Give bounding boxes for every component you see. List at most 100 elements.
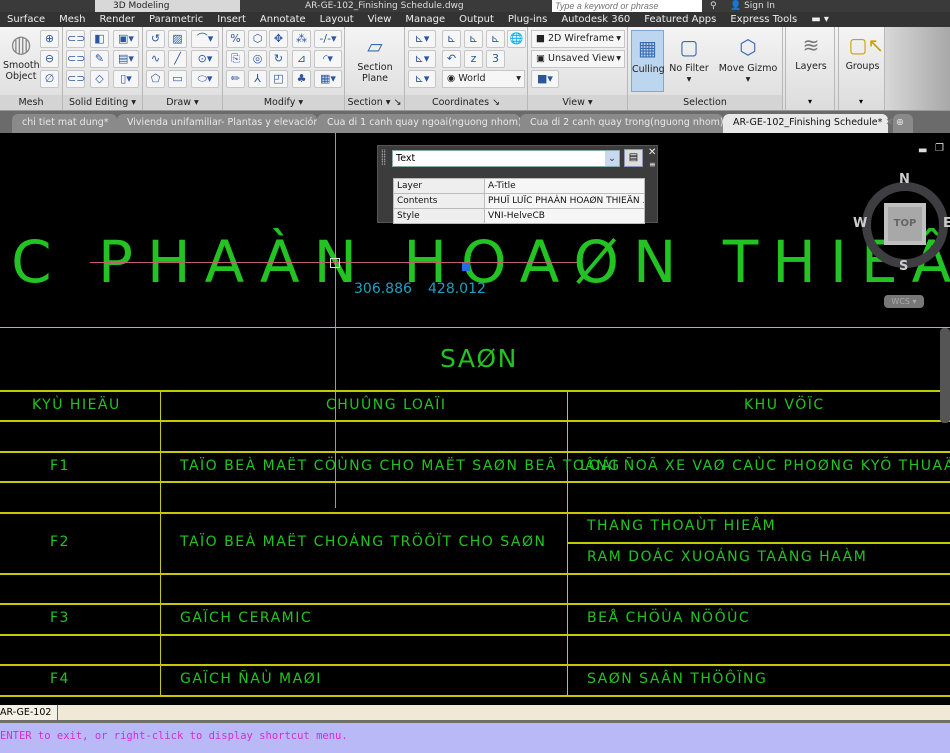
property-value[interactable]: A-Title: [484, 178, 645, 194]
3d-rotate-icon[interactable]: ⬡: [248, 30, 267, 48]
tab-manage[interactable]: Manage: [398, 14, 452, 25]
ucs-face-icon[interactable]: ⊾: [442, 30, 461, 48]
ucs-z-icon[interactable]: z: [464, 50, 483, 68]
object-type-dropdown[interactable]: Text ⌄: [392, 150, 620, 167]
fillet-icon[interactable]: ◜▾: [314, 50, 342, 68]
subtract-icon[interactable]: ⊂⊃: [66, 50, 85, 68]
file-tab[interactable]: Cua di 2 canh quay trong(nguong nhom)*: [520, 114, 728, 133]
separate-icon[interactable]: ▯▾: [113, 70, 139, 88]
tab-plugins[interactable]: Plug-ins: [501, 14, 554, 25]
union-icon[interactable]: ⊂⊃: [66, 30, 85, 48]
move-gizmo-button[interactable]: ⬡ Move Gizmo ▾: [716, 34, 780, 85]
tab-render[interactable]: Render: [92, 14, 142, 25]
tab-layout[interactable]: Layout: [313, 14, 361, 25]
tab-mesh[interactable]: Mesh: [52, 14, 92, 25]
file-tab-active[interactable]: AR-GE-102_Finishing Schedule* ✕: [723, 114, 893, 133]
file-tab[interactable]: chi tiet mat dung*: [12, 114, 117, 133]
polyline-icon[interactable]: ↺: [146, 30, 165, 48]
ucs-previous-icon[interactable]: ↶: [442, 50, 461, 68]
drag-handle-icon[interactable]: ⁞⁞ ⁞⁞ ⁞⁞: [381, 149, 386, 167]
panel-groups[interactable]: ▢↖ Groups ▾: [838, 27, 885, 110]
arc-icon[interactable]: ⌒▾: [191, 30, 219, 48]
property-value[interactable]: PHUÏ LUÏC PHAÀN HOAØN THIEÄN ...: [484, 193, 645, 209]
tab-output[interactable]: Output: [452, 14, 501, 25]
panel-title-selection[interactable]: Selection: [628, 95, 782, 110]
match-properties-icon[interactable]: ✏: [226, 70, 245, 88]
visual-style-dropdown[interactable]: ■ 2D Wireframe ▾: [531, 30, 625, 48]
layers-button[interactable]: ≋ Layers: [788, 32, 834, 72]
mesh-crease-icon[interactable]: ∅: [40, 70, 59, 88]
tab-express-tools[interactable]: Express Tools: [723, 14, 804, 25]
rectangle-icon[interactable]: ▭: [168, 70, 187, 88]
options-icon[interactable]: ≡: [649, 160, 656, 169]
close-icon[interactable]: ✕: [648, 147, 656, 158]
new-tab-icon[interactable]: ⊕: [893, 114, 913, 133]
slice-icon[interactable]: ◇: [90, 70, 109, 88]
move-icon[interactable]: ✥: [269, 30, 288, 48]
customize-icon[interactable]: ▤: [624, 149, 643, 167]
ucs-dropdown[interactable]: ◉ World ▾: [442, 70, 525, 88]
circle-icon[interactable]: ⊙▾: [191, 50, 219, 68]
panel-title-modify[interactable]: Modify ▾: [223, 95, 344, 110]
ucs-world-icon[interactable]: 🌐: [507, 30, 526, 48]
wcs-menu[interactable]: WCS ▾: [884, 295, 924, 308]
stretch-icon[interactable]: ⊿: [292, 50, 311, 68]
copy-icon[interactable]: ⁂: [292, 30, 311, 48]
viewport-restore-icon[interactable]: ❐: [935, 143, 944, 154]
extend-icon[interactable]: ⎘: [226, 50, 245, 68]
polygon-icon[interactable]: ⬠: [146, 70, 165, 88]
tab-annotate[interactable]: Annotate: [253, 14, 313, 25]
panel-title-solid-editing[interactable]: Solid Editing ▾: [63, 95, 142, 110]
compass-e[interactable]: E: [943, 216, 950, 231]
hatch-icon[interactable]: ▨: [168, 30, 187, 48]
line-icon[interactable]: ╱: [168, 50, 187, 68]
culling-button[interactable]: ▦ Culling: [631, 30, 665, 92]
tab-featured-apps[interactable]: Featured Apps: [637, 14, 723, 25]
layout-tab[interactable]: AR-GE-102: [0, 705, 59, 720]
no-filter-button[interactable]: ▢ No Filter ▾: [666, 34, 712, 85]
panel-title-mesh[interactable]: Mesh: [0, 95, 62, 110]
panel-title-view[interactable]: View ▾: [528, 95, 627, 110]
ellipse-icon[interactable]: ⬭▾: [191, 70, 219, 88]
intersect-icon[interactable]: ⊂⊃: [66, 70, 85, 88]
file-tab[interactable]: Cua di 1 canh quay ngoai(nguong nhom)*: [317, 114, 526, 133]
layers-expand-icon[interactable]: ▾: [808, 97, 812, 106]
view-cube-icon[interactable]: ■▾: [531, 70, 559, 88]
offset-icon[interactable]: %: [226, 30, 245, 48]
fillet-edge-icon[interactable]: ◧: [90, 30, 109, 48]
search-icon[interactable]: ⚲: [710, 0, 717, 12]
spline-icon[interactable]: ∿: [146, 50, 165, 68]
file-tab[interactable]: Vivienda unifamiliar- Plantas y elevació…: [117, 114, 324, 133]
smooth-object-button[interactable]: ◍ Smooth Object: [3, 31, 40, 82]
section-plane-button[interactable]: ▱ Section Plane: [350, 33, 400, 84]
viewport-minimize-icon[interactable]: ▬: [918, 145, 927, 156]
ucs-x-icon[interactable]: ⊾▾: [408, 50, 436, 68]
scale-icon[interactable]: ◰: [269, 70, 288, 88]
tab-surface[interactable]: Surface: [0, 14, 52, 25]
extract-edges-icon[interactable]: ▣▾: [113, 30, 139, 48]
rotate-icon[interactable]: ↻: [269, 50, 288, 68]
3d-mirror-icon[interactable]: ◎: [248, 50, 267, 68]
panel-title-coordinates[interactable]: Coordinates ↘: [405, 95, 527, 110]
named-view-dropdown[interactable]: ▣ Unsaved View ▾: [531, 50, 625, 68]
tab-autodesk-360[interactable]: Autodesk 360: [554, 14, 637, 25]
minimize-ribbon-icon[interactable]: ▬ ▾: [804, 14, 836, 25]
ucs-3point-icon[interactable]: 3: [486, 50, 505, 68]
3d-align-icon[interactable]: ⅄: [248, 70, 267, 88]
groups-expand-icon[interactable]: ▾: [859, 97, 863, 106]
chevron-down-icon[interactable]: ⌄: [605, 151, 619, 166]
ucs-icon[interactable]: ⊾▾: [408, 30, 436, 48]
search-input[interactable]: [552, 0, 702, 12]
property-value[interactable]: VNI-HelveCB: [484, 208, 645, 224]
navigation-bar[interactable]: [940, 328, 950, 423]
panel-title-section[interactable]: Section ▾ ↘: [345, 95, 404, 110]
array-icon[interactable]: ▦▾: [314, 70, 342, 88]
ucs-view-icon[interactable]: ⊾▾: [408, 70, 436, 88]
erase-icon[interactable]: ♣: [292, 70, 311, 88]
panel-title-draw[interactable]: Draw ▾: [143, 95, 222, 110]
groups-button[interactable]: ▢↖ Groups: [840, 32, 885, 72]
sign-in-button[interactable]: 👤 Sign In: [730, 0, 775, 12]
compass-s[interactable]: S: [899, 259, 908, 274]
extrude-faces-icon[interactable]: ▤▾: [113, 50, 139, 68]
ucs-object-icon[interactable]: ⊾: [464, 30, 483, 48]
